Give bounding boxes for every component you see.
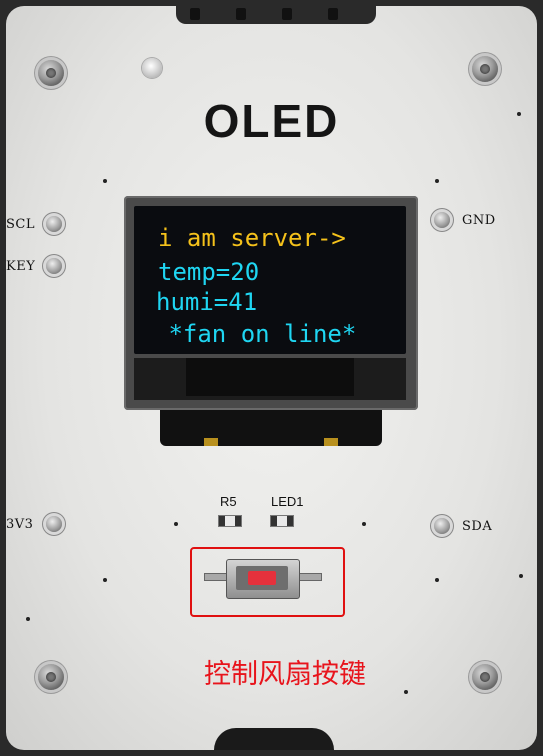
board-dot [435,578,439,582]
board-dot [26,617,30,621]
pin-label-key: KEY [6,259,36,274]
board-dot [103,578,107,582]
button-red-cap[interactable] [248,571,276,585]
top-connector-notch [176,6,376,24]
oled-lower-glass [134,358,406,400]
mounting-hole [142,58,162,78]
board-dot [404,690,408,694]
screw-bottom-right [472,664,498,690]
board-dot [174,522,178,526]
oled-line-1: i am server-> [158,224,346,252]
module-title: OLED [203,95,340,147]
pin-scl [46,216,62,232]
board-dot [519,574,523,578]
label-r5: R5 [220,494,237,509]
fan-control-button[interactable] [226,559,300,599]
oled-panel: i am server-> temp=20 humi=41 *fan on li… [124,196,418,410]
board-dot [103,179,107,183]
pin-label-gnd: GND [462,213,496,228]
board-dot [362,522,366,526]
screw-bottom-left [38,664,64,690]
resistor-r5 [218,515,242,527]
oled-ribbon-cable [160,410,382,446]
board-dot [435,179,439,183]
oled-line-4: *fan on line* [154,320,357,348]
pin-key [46,258,62,274]
pin-label-sda: SDA [462,519,493,534]
oled-screen: i am server-> temp=20 humi=41 *fan on li… [134,206,406,354]
pin-gnd [434,212,450,228]
pin-label-scl: SCL [6,217,35,232]
label-led1: LED1 [271,494,304,509]
screw-top-left [38,60,64,86]
button-housing [236,566,288,590]
fan-button-annotation: 控制风扇按键 [204,659,366,690]
led-led1 [270,515,294,527]
fan-control-button-highlight [190,547,345,617]
oled-line-2: temp=20 [158,258,260,286]
bottom-connector-notch [214,728,334,750]
pin-sda [434,518,450,534]
screw-top-right [472,56,498,82]
pin-label-3v3: 3V3 [6,517,34,532]
oled-line-3: humi=41 [156,288,258,316]
pin-3v3 [46,516,62,532]
